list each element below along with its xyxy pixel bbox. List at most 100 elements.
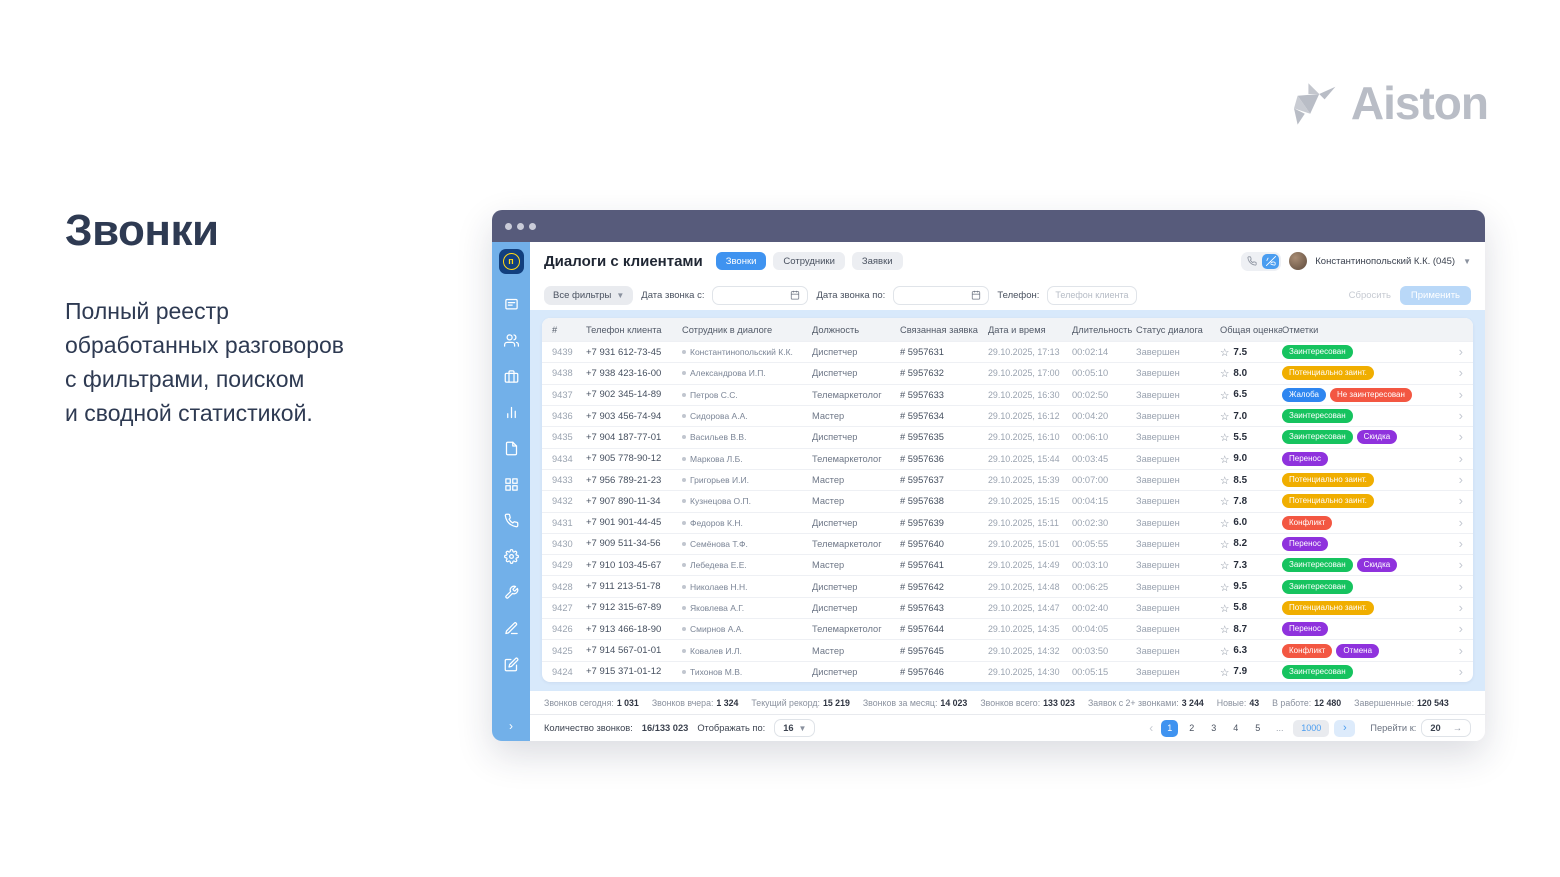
row-chevron-icon[interactable] bbox=[1441, 514, 1463, 532]
tags: Заинтересован Скидка bbox=[1282, 558, 1441, 573]
table-row[interactable]: 9427 +7 912 315-67-89 Яковлева А.Г. Диспетч… bbox=[542, 596, 1473, 618]
row-chevron-icon[interactable] bbox=[1441, 599, 1463, 617]
tag-badge: Скидка bbox=[1356, 430, 1398, 445]
table-row[interactable]: 9429 +7 910 103-45-67 Лебедева Е.Е. Мастер #… bbox=[542, 554, 1473, 575]
grid-icon[interactable] bbox=[504, 477, 519, 492]
table-row[interactable]: 9434 +7 905 778-90-12 Маркова Л.Б. Телемарк… bbox=[542, 447, 1473, 469]
row-chevron-icon[interactable] bbox=[1441, 343, 1463, 361]
client-phone: +7 902 345-14-89 bbox=[586, 389, 662, 401]
page-button-1[interactable]: 1 bbox=[1161, 719, 1179, 737]
row-chevron-icon[interactable] bbox=[1441, 620, 1463, 638]
pen-icon[interactable] bbox=[504, 621, 519, 636]
tag-badge: Жалоба bbox=[1282, 387, 1326, 402]
call-id: 9436 bbox=[552, 411, 573, 422]
date-from-input[interactable] bbox=[712, 285, 809, 305]
tag-badge: Конфликт bbox=[1282, 643, 1333, 658]
table-row[interactable]: 9431 +7 901 901-44-45 Федоров К.Н. Диспетче… bbox=[542, 511, 1473, 533]
table-row[interactable]: 9432 +7 907 890-11-34 Кузнецова О.П. Мастер… bbox=[542, 490, 1473, 511]
phone-off-icon[interactable] bbox=[1262, 253, 1280, 269]
document-icon[interactable] bbox=[504, 441, 519, 456]
row-chevron-icon[interactable] bbox=[1441, 471, 1463, 489]
user-avatar[interactable] bbox=[1289, 252, 1308, 270]
table-row[interactable]: 9425 +7 914 567-01-01 Ковалев И.Л. Мастер # … bbox=[542, 639, 1473, 660]
row-chevron-icon[interactable] bbox=[1441, 428, 1463, 446]
window-dot[interactable] bbox=[505, 222, 512, 230]
tool-icon[interactable] bbox=[504, 585, 519, 600]
table-row[interactable]: 9438 +7 938 423-16-00 Александрова И.П. Дис… bbox=[542, 362, 1473, 383]
edit-icon[interactable] bbox=[504, 657, 519, 672]
call-datetime: 29.10.2025, 14:47 bbox=[988, 602, 1060, 613]
table-row[interactable]: 9426 +7 913 466-18-90 Смирнов А.А. Телемарк… bbox=[542, 618, 1473, 639]
page-button-5[interactable]: 5 bbox=[1249, 720, 1266, 737]
row-chevron-icon[interactable] bbox=[1441, 407, 1463, 425]
prev-page-chevron-icon[interactable]: ‹ bbox=[1146, 721, 1156, 735]
tag-badge: Отмена bbox=[1336, 643, 1380, 658]
linked-ticket: # 5957639 bbox=[900, 517, 944, 528]
dialog-status: Завершен bbox=[1136, 347, 1180, 358]
calls-count-value: 16/133 023 bbox=[641, 723, 689, 733]
chat-icon[interactable] bbox=[504, 297, 519, 312]
goto-arrow-icon[interactable]: → bbox=[1453, 723, 1462, 733]
overall-rating: 8.7 bbox=[1220, 620, 1282, 638]
tab-Сотрудники[interactable]: Сотрудники bbox=[773, 252, 845, 270]
call-duration: 00:04:15 bbox=[1072, 496, 1109, 507]
call-datetime: 29.10.2025, 16:10 bbox=[988, 432, 1060, 443]
app-logo[interactable]: п bbox=[498, 249, 524, 274]
star-icon bbox=[1220, 620, 1229, 638]
row-chevron-icon[interactable] bbox=[1441, 492, 1463, 510]
row-chevron-icon[interactable] bbox=[1441, 642, 1463, 660]
overall-rating: 9.0 bbox=[1220, 450, 1282, 468]
all-filters-button[interactable]: Все фильтры ▼ bbox=[544, 285, 634, 305]
briefcase-icon[interactable] bbox=[504, 369, 519, 384]
window-dot[interactable] bbox=[517, 222, 524, 230]
call-datetime: 29.10.2025, 14:32 bbox=[988, 645, 1060, 656]
users-icon[interactable] bbox=[503, 333, 519, 348]
table-row[interactable]: 9430 +7 909 511-34-56 Семёнова Т.Ф. Телемар… bbox=[542, 532, 1473, 554]
table-row[interactable]: 9433 +7 956 789-21-23 Григорьев И.И. Мастер… bbox=[542, 468, 1473, 490]
goto-page-input[interactable]: 20 → bbox=[1421, 719, 1471, 737]
gear-icon[interactable] bbox=[503, 548, 519, 564]
bar-chart-icon[interactable] bbox=[504, 405, 519, 420]
reset-button[interactable]: Сбросить bbox=[1349, 290, 1391, 301]
tab-Заявки[interactable]: Заявки bbox=[851, 252, 903, 270]
phone-icon[interactable] bbox=[504, 513, 519, 528]
page-button-2[interactable]: 2 bbox=[1183, 720, 1200, 737]
phone-icon[interactable] bbox=[1243, 254, 1260, 269]
linked-ticket: # 5957641 bbox=[900, 560, 944, 571]
client-phone: +7 910 103-45-67 bbox=[586, 559, 662, 571]
sidebar-expand-chevron-icon[interactable]: › bbox=[509, 719, 513, 733]
phone-filter-input[interactable]: Телефон клиента bbox=[1047, 285, 1138, 305]
row-chevron-icon[interactable] bbox=[1441, 535, 1463, 553]
row-chevron-icon[interactable] bbox=[1441, 450, 1463, 468]
table-row[interactable]: 9424 +7 915 371-01-12 Тихонов М.В. Диспетче… bbox=[542, 660, 1473, 682]
table-row[interactable]: 9437 +7 902 345-14-89 Петров С.С. Телемарке… bbox=[542, 383, 1473, 405]
apply-button[interactable]: Применить bbox=[1399, 285, 1471, 305]
page-button-3[interactable]: 3 bbox=[1205, 720, 1222, 737]
window-dot[interactable] bbox=[529, 222, 536, 230]
table-row[interactable]: 9436 +7 903 456-74-94 Сидорова А.А. Мастер #… bbox=[542, 404, 1473, 426]
row-chevron-icon[interactable] bbox=[1441, 578, 1463, 596]
tags: Конфликт Отмена bbox=[1282, 643, 1441, 658]
page-button-4[interactable]: 4 bbox=[1227, 720, 1244, 737]
row-chevron-icon[interactable] bbox=[1441, 556, 1463, 574]
user-chevron-down-icon[interactable]: ▼ bbox=[1463, 257, 1471, 266]
per-page-select[interactable]: 16 ▼ bbox=[774, 719, 816, 737]
client-phone: +7 911 213-51-78 bbox=[586, 581, 661, 593]
call-duration: 00:03:45 bbox=[1072, 453, 1109, 464]
row-chevron-icon[interactable] bbox=[1441, 364, 1463, 382]
tab-Звонки[interactable]: Звонки bbox=[715, 252, 767, 270]
row-chevron-icon[interactable] bbox=[1441, 663, 1463, 681]
dialog-status: Завершен bbox=[1136, 560, 1180, 571]
table-row[interactable]: 9435 +7 904 187-77-01 Васильев В.В. Диспетч… bbox=[542, 426, 1473, 447]
next-page-chevron-icon[interactable]: › bbox=[1334, 719, 1356, 737]
page-button-...: ... bbox=[1275, 723, 1284, 733]
row-chevron-icon[interactable] bbox=[1441, 386, 1463, 404]
tag-badge: Потенциально заинт. bbox=[1282, 600, 1374, 615]
tags: Жалоба Не заинтересован bbox=[1282, 387, 1441, 402]
table-row[interactable]: 9439 +7 931 612-73-45 Константинопольский … bbox=[542, 341, 1473, 362]
call-id: 9428 bbox=[552, 581, 573, 592]
date-to-input[interactable] bbox=[893, 285, 990, 305]
tags: Конфликт bbox=[1282, 515, 1441, 530]
page-button-1000[interactable]: 1000 bbox=[1293, 719, 1330, 737]
table-row[interactable]: 9428 +7 911 213-51-78 Николаев Н.Н. Диспетч… bbox=[542, 575, 1473, 596]
